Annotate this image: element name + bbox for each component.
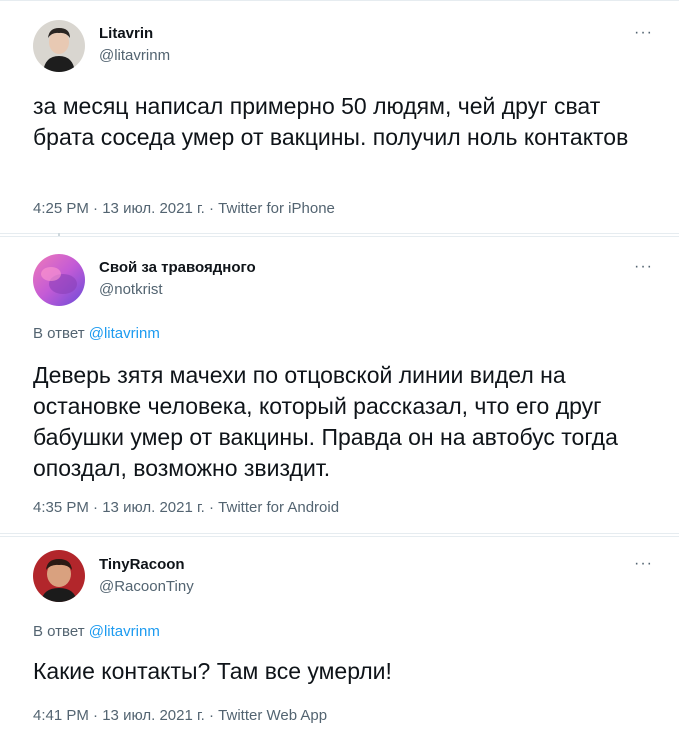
- man-portrait-avatar-icon: [33, 20, 85, 72]
- reply-context: В ответ @litavrinm: [33, 623, 160, 640]
- separator: ·: [88, 499, 103, 516]
- tweet-text: за месяц написал примерно 50 людям, чей …: [33, 93, 629, 150]
- tweet-date[interactable]: 13 июл. 2021 г.: [102, 499, 205, 516]
- tweet-source[interactable]: Twitter for iPhone: [218, 200, 335, 217]
- separator: ·: [204, 707, 219, 724]
- tweet-source[interactable]: Twitter Web App: [218, 707, 327, 724]
- tweet-time[interactable]: 4:35 PM: [33, 499, 89, 516]
- author-name[interactable]: Litavrin: [99, 25, 153, 42]
- tweet-date[interactable]: 13 июл. 2021 г.: [102, 707, 205, 724]
- author-handle[interactable]: @RacoonTiny: [99, 578, 194, 595]
- avatar[interactable]: [33, 20, 85, 72]
- tweet-date[interactable]: 13 июл. 2021 г.: [102, 200, 205, 217]
- reply-mention-link[interactable]: @litavrinm: [89, 325, 160, 342]
- author-name[interactable]: Свой за травоядного: [99, 259, 256, 276]
- tweet-text: Деверь зятя мачехи по отцовской линии ви…: [33, 362, 618, 481]
- separator: ·: [88, 707, 103, 724]
- avatar[interactable]: [33, 254, 85, 306]
- tweet-text: Какие контакты? Там все умерли!: [33, 658, 392, 684]
- tweet-meta: 4:35 PM · 13 июл. 2021 г. · Twitter for …: [33, 499, 339, 516]
- avatar[interactable]: [33, 550, 85, 602]
- tweet-meta: 4:25 PM · 13 июл. 2021 г. · Twitter for …: [33, 200, 335, 217]
- author-handle[interactable]: @litavrinm: [99, 47, 170, 64]
- reply-prefix: В ответ: [33, 623, 85, 640]
- more-options-icon[interactable]: ···: [634, 25, 653, 41]
- separator: ·: [204, 499, 219, 516]
- tweet-2[interactable]: Свой за травоядного @notkrist ··· В отве…: [0, 236, 679, 534]
- tweet-source[interactable]: Twitter for Android: [218, 499, 339, 516]
- tweet-time[interactable]: 4:25 PM: [33, 200, 89, 217]
- author-handle[interactable]: @notkrist: [99, 281, 163, 298]
- man-red-background-avatar-icon: [33, 550, 85, 602]
- separator: ·: [204, 200, 219, 217]
- pink-purple-abstract-avatar-icon: [33, 254, 85, 306]
- tweet-time[interactable]: 4:41 PM: [33, 707, 89, 724]
- reply-context: В ответ @litavrinm: [33, 325, 160, 342]
- more-options-icon[interactable]: ···: [634, 556, 653, 572]
- tweet-meta: 4:41 PM · 13 июл. 2021 г. · Twitter Web …: [33, 707, 327, 724]
- author-name[interactable]: TinyRacoon: [99, 556, 185, 573]
- tweet-1[interactable]: Litavrin @litavrinm ··· за месяц написал…: [0, 0, 679, 234]
- separator: ·: [88, 200, 103, 217]
- tweet-3[interactable]: TinyRacoon @RacoonTiny ··· В ответ @lita…: [0, 536, 679, 741]
- reply-mention-link[interactable]: @litavrinm: [89, 623, 160, 640]
- reply-prefix: В ответ: [33, 325, 85, 342]
- more-options-icon[interactable]: ···: [634, 259, 653, 275]
